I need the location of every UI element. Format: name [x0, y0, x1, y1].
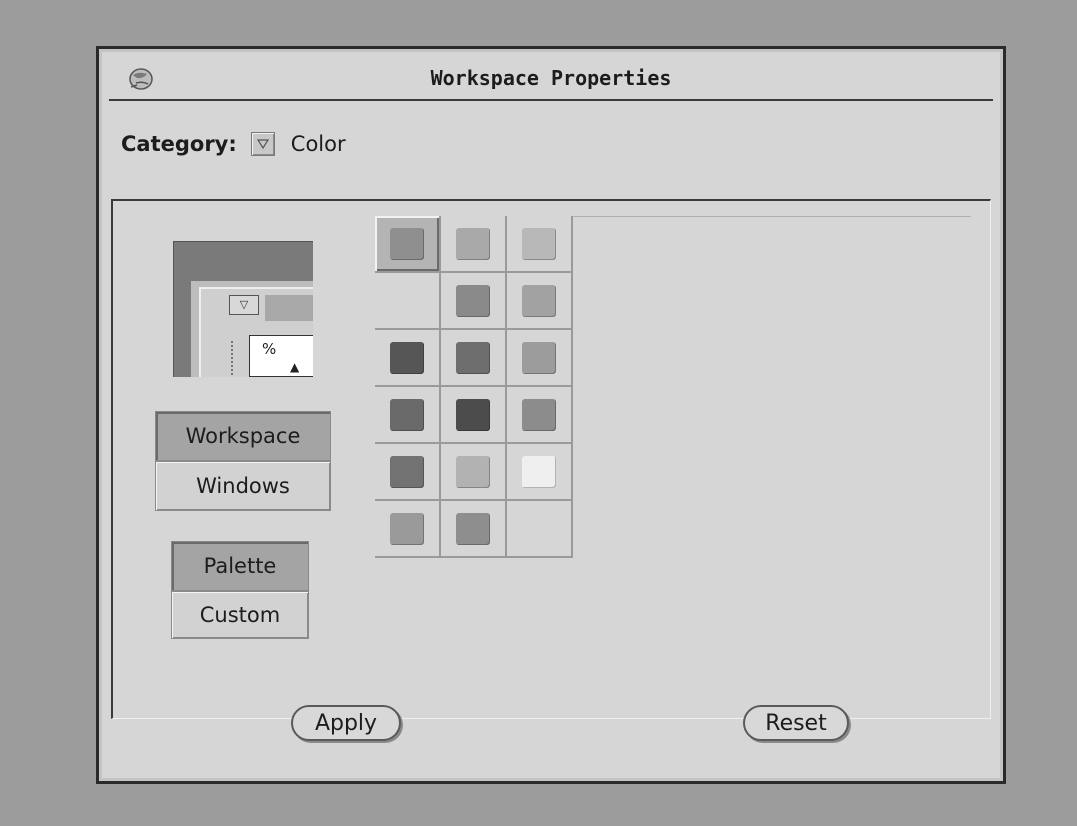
color-swatch[interactable] — [456, 341, 490, 374]
palette-cell[interactable] — [375, 216, 441, 273]
preview-menu-button: ▽ — [229, 295, 259, 315]
color-swatch[interactable] — [456, 512, 490, 545]
palette-cell[interactable] — [507, 444, 573, 501]
color-swatch[interactable] — [456, 284, 490, 317]
chevron-down-icon — [256, 139, 269, 149]
palette-cell[interactable] — [441, 273, 507, 330]
color-swatch[interactable] — [456, 398, 490, 431]
color-swatch[interactable] — [390, 398, 424, 431]
palette-cell[interactable] — [441, 444, 507, 501]
category-menu-button[interactable] — [250, 132, 275, 156]
title-bar[interactable]: Workspace Properties — [109, 59, 993, 101]
palette-cell[interactable] — [441, 216, 507, 273]
color-swatch[interactable] — [456, 455, 490, 488]
color-swatch[interactable] — [456, 227, 490, 260]
preview-bar — [265, 295, 313, 321]
palette-cell[interactable] — [507, 330, 573, 387]
palette-cell[interactable] — [441, 330, 507, 387]
palette-cell[interactable] — [375, 330, 441, 387]
mode-palette-button[interactable]: Palette — [171, 541, 309, 591]
category-row: Category: Color — [121, 127, 346, 161]
color-swatch[interactable] — [390, 341, 424, 374]
palette-cell[interactable] — [507, 216, 573, 273]
apply-button[interactable]: Apply — [291, 705, 401, 741]
palette-divider — [571, 216, 971, 217]
color-swatch[interactable] — [522, 227, 556, 260]
color-preview: ▽ % ▲ — [173, 241, 313, 377]
color-palette-grid — [375, 216, 975, 566]
color-panel: ▽ % ▲ Workspace Windows Palette Custom — [111, 199, 991, 719]
mode-custom-button[interactable]: Custom — [171, 591, 309, 639]
color-swatch[interactable] — [522, 341, 556, 374]
palette-cell[interactable] — [441, 387, 507, 444]
color-swatch[interactable] — [390, 227, 424, 260]
target-windows-button[interactable]: Windows — [155, 461, 331, 511]
color-swatch[interactable] — [522, 398, 556, 431]
color-swatch[interactable] — [390, 512, 424, 545]
palette-cell[interactable] — [375, 387, 441, 444]
window-title: Workspace Properties — [430, 66, 672, 90]
palette-cell[interactable] — [375, 273, 441, 330]
palette-cell[interactable] — [507, 501, 573, 558]
target-workspace-button[interactable]: Workspace — [155, 411, 331, 461]
palette-cell[interactable] — [441, 501, 507, 558]
reset-button[interactable]: Reset — [743, 705, 849, 741]
palette-cell[interactable] — [507, 273, 573, 330]
palette-cell[interactable] — [507, 387, 573, 444]
color-swatch[interactable] — [522, 284, 556, 317]
category-label: Category: — [121, 132, 237, 156]
palette-cell[interactable] — [375, 501, 441, 558]
color-swatch[interactable] — [390, 455, 424, 488]
color-swatch[interactable] — [522, 455, 556, 488]
workspace-properties-window: Workspace Properties Category: Color ▽ %… — [96, 46, 1006, 784]
category-value: Color — [290, 132, 346, 156]
palette-cell[interactable] — [375, 444, 441, 501]
preview-field-glyph: ▲ — [290, 360, 300, 374]
preview-slider — [231, 341, 245, 375]
preview-field-text: % — [262, 340, 277, 358]
preview-text-field: % ▲ — [249, 335, 313, 377]
